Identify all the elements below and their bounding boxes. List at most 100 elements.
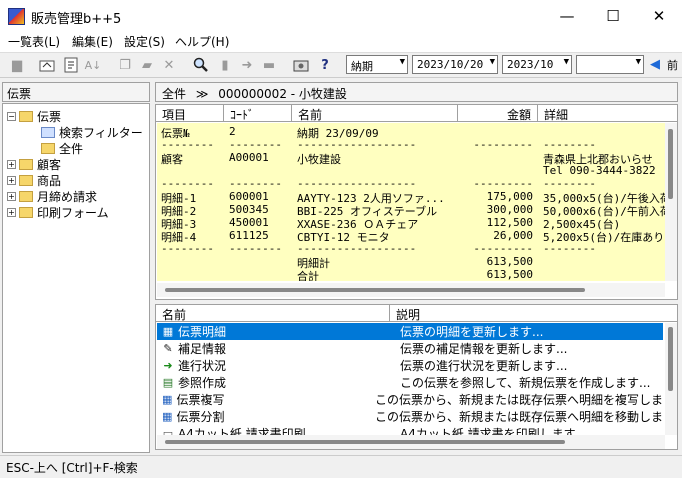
slip-amount-cell: --------- bbox=[473, 242, 533, 255]
slip-name-cell: 合計 bbox=[297, 270, 319, 281]
maximize-button[interactable]: ☐ bbox=[590, 0, 636, 32]
expand-icon[interactable]: + bbox=[7, 207, 16, 217]
expand-icon[interactable]: + bbox=[7, 175, 16, 185]
tree-item-search-filter[interactable]: 検索フィルター bbox=[41, 124, 143, 140]
breadcrumb-root[interactable]: 全件 bbox=[162, 87, 186, 101]
slip-amount-cell: 26,000 bbox=[493, 229, 533, 242]
action-description: 伝票の進行状況を更新します... bbox=[400, 359, 568, 373]
slip-detail-cell: -------- bbox=[543, 242, 596, 255]
slip-detail-view: 項目 ｺｰﾄﾞ 名前 金額 詳細 伝票№ 2 納期 23/09/09 --------… bbox=[155, 104, 678, 300]
arrow-right-icon: ➜ bbox=[163, 359, 173, 372]
expand-icon[interactable]: + bbox=[7, 191, 16, 201]
help-icon[interactable]: ? bbox=[316, 56, 334, 74]
paste-icon[interactable]: ▰ bbox=[138, 56, 156, 74]
spell-icon[interactable]: A↓ bbox=[84, 56, 102, 74]
action-list: 名前 説明 ▦ 伝票明細 伝票の明細を更新します... ✎ 補足情報 伝票の補足情報を更新… bbox=[155, 304, 678, 450]
slip-amount-cell: 613,500 bbox=[486, 268, 533, 281]
menu-help[interactable]: ヘルプ(H) bbox=[175, 33, 229, 50]
collapse-icon[interactable]: − bbox=[7, 111, 16, 121]
slip-amount-cell: 300,000 bbox=[486, 203, 533, 216]
tree-item-products[interactable]: + 商品 bbox=[7, 172, 61, 188]
date-select[interactable]: 2023/10/20 ▼ bbox=[412, 55, 498, 74]
tree-item-customers[interactable]: + 顧客 bbox=[7, 156, 61, 172]
tree-item-print-forms[interactable]: + 印刷フォーム bbox=[7, 204, 109, 220]
slip-code-cell: 500345 bbox=[229, 203, 269, 216]
scrollbar-thumb[interactable] bbox=[165, 288, 585, 292]
slip-amount-cell: --------- bbox=[473, 177, 533, 190]
column-header-item[interactable]: 項目 bbox=[156, 105, 224, 122]
new-doc-icon[interactable]: ▆ bbox=[8, 56, 26, 74]
minimize-button[interactable]: — bbox=[544, 0, 590, 32]
search-folder-icon bbox=[41, 126, 55, 138]
slip-code-cell: -------- bbox=[229, 242, 282, 255]
column-header-amount[interactable]: 金額 bbox=[458, 105, 538, 122]
slip-amount-cell: 112,500 bbox=[486, 216, 533, 229]
filter-select[interactable]: ▼ bbox=[576, 55, 644, 74]
slip-code-cell: A00001 bbox=[229, 151, 269, 164]
menu-settings[interactable]: 設定(S) bbox=[124, 33, 165, 50]
folder-icon[interactable]: ▬ bbox=[260, 56, 278, 74]
forward-icon[interactable]: ➜ bbox=[238, 56, 256, 74]
slip-amount-cell: 613,500 bbox=[486, 255, 533, 268]
settings-icon[interactable] bbox=[292, 56, 310, 74]
slip-name-cell: ------------------ bbox=[297, 177, 417, 190]
tree-item-monthly-billing[interactable]: + 月締め請求 bbox=[7, 188, 97, 204]
properties-icon[interactable] bbox=[62, 56, 80, 74]
back-arrow-icon[interactable]: ◀ bbox=[650, 57, 660, 72]
close-button[interactable]: ✕ bbox=[636, 0, 682, 32]
action-name: 伝票複写 bbox=[176, 393, 225, 407]
slip-item-cell: -------- bbox=[161, 242, 214, 255]
expand-icon[interactable]: + bbox=[7, 159, 16, 169]
slip-name-cell: ------------------ bbox=[297, 138, 417, 151]
slip-detail-body: 伝票№ 2 納期 23/09/09 -------- -------- ---------… bbox=[157, 123, 665, 281]
column-header-code[interactable]: ｺｰﾄﾞ bbox=[224, 105, 292, 122]
scrollbar-thumb[interactable] bbox=[668, 327, 673, 391]
column-header-name[interactable]: 名前 bbox=[292, 105, 458, 122]
chevron-down-icon: ▼ bbox=[563, 57, 569, 67]
slip-item-cell: -------- bbox=[161, 177, 214, 190]
action-row[interactable]: ✎ 補足情報 伝票の補足情報を更新します... bbox=[157, 340, 663, 357]
left-panel-header: 伝票 bbox=[2, 82, 150, 102]
action-row[interactable]: ▦ 伝票明細 伝票の明細を更新します... bbox=[157, 323, 663, 340]
folder-icon bbox=[19, 206, 33, 218]
tree-item-all[interactable]: 全件 bbox=[41, 140, 83, 156]
delete-icon[interactable]: ✕ bbox=[160, 56, 178, 74]
action-description: 伝票の補足情報を更新します... bbox=[400, 342, 568, 356]
action-row[interactable]: ➜ 進行状況 伝票の進行状況を更新します... bbox=[157, 357, 663, 374]
column-header-description[interactable]: 説明 bbox=[390, 305, 677, 322]
slip-detail-cell: -------- bbox=[543, 177, 596, 190]
breadcrumb-current: 000000002 - 小牧建設 bbox=[218, 87, 347, 101]
action-description: この伝票から、新規または既存伝票へ明細を移動しま bbox=[374, 410, 663, 424]
chevron-down-icon: ▼ bbox=[635, 57, 641, 67]
column-header-name[interactable]: 名前 bbox=[156, 305, 390, 322]
menu-edit[interactable]: 編集(E) bbox=[72, 33, 113, 50]
action-row[interactable]: ▦ 伝票分割 この伝票から、新規または既存伝票へ明細を移動しま bbox=[157, 408, 663, 425]
tree-item-slips[interactable]: − 伝票 bbox=[7, 108, 61, 124]
nav-prev-label[interactable]: 前 bbox=[667, 57, 678, 73]
scrollbar-thumb[interactable] bbox=[165, 440, 565, 444]
horizontal-scrollbar[interactable] bbox=[157, 435, 665, 449]
vertical-scrollbar[interactable] bbox=[665, 123, 677, 281]
slip-code-cell: -------- bbox=[229, 138, 282, 151]
sort-select[interactable]: 納期 ▼ bbox=[346, 55, 408, 74]
breadcrumb-separator: ≫ bbox=[195, 87, 209, 101]
chevron-down-icon: ▼ bbox=[489, 57, 495, 67]
search-icon[interactable] bbox=[192, 56, 210, 74]
action-row[interactable]: ▤ 参照作成 この伝票を参照して、新規伝票を作成します... bbox=[157, 374, 663, 391]
app-icon[interactable] bbox=[8, 8, 25, 25]
vertical-scrollbar[interactable] bbox=[665, 323, 677, 435]
slip-item-cell: 顧客 bbox=[161, 153, 183, 166]
split-icon: ▦ bbox=[162, 410, 173, 423]
action-row[interactable]: ▦ 伝票複写 この伝票から、新規または既存伝票へ明細を複写しま bbox=[157, 391, 663, 408]
horizontal-scrollbar[interactable] bbox=[157, 283, 665, 297]
month-select[interactable]: 2023/10 ▼ bbox=[502, 55, 572, 74]
breadcrumb: 全件 ≫ 000000002 - 小牧建設 bbox=[155, 82, 678, 102]
document-icon[interactable]: ▮ bbox=[216, 56, 234, 74]
folder-up-icon[interactable] bbox=[38, 56, 56, 74]
column-header-detail[interactable]: 詳細 bbox=[538, 105, 677, 122]
scrollbar-thumb[interactable] bbox=[668, 129, 673, 199]
copy-icon[interactable]: ❐ bbox=[116, 56, 134, 74]
tree-view[interactable]: − 伝票 検索フィルター 全件 + 顧客 + 商品 + 月締め請求 + 印刷フォーム bbox=[2, 103, 150, 453]
action-description: 伝票の明細を更新します... bbox=[400, 325, 544, 339]
menu-list[interactable]: 一覧表(L) bbox=[8, 33, 60, 50]
